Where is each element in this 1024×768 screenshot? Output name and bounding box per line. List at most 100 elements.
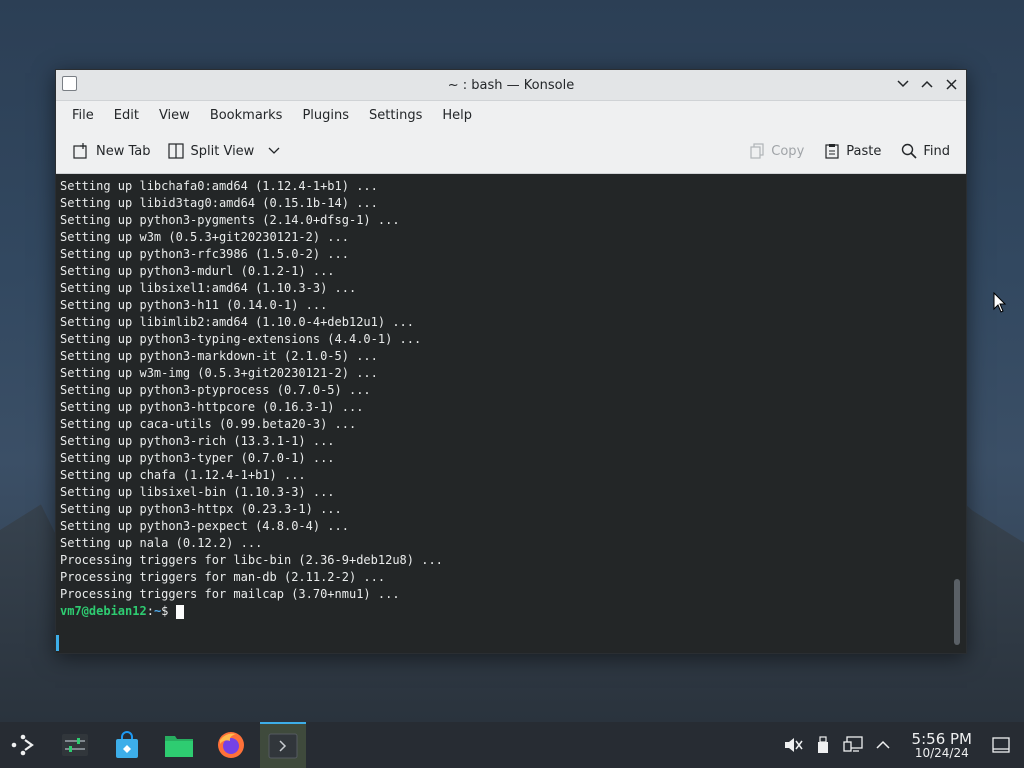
app-launcher-button[interactable] bbox=[0, 722, 46, 768]
terminal-line: Setting up python3-mdurl (0.1.2-1) ... bbox=[60, 264, 335, 278]
titlebar[interactable]: ~ : bash — Konsole bbox=[56, 70, 966, 101]
show-desktop-icon bbox=[992, 737, 1010, 753]
terminal-line: Setting up python3-typing-extensions (4.… bbox=[60, 332, 422, 346]
terminal-line: Setting up python3-typer (0.7.0-1) ... bbox=[60, 451, 335, 465]
close-icon bbox=[945, 78, 957, 90]
network-wired-icon bbox=[842, 736, 863, 752]
terminal-line: Setting up libimlib2:amd64 (1.10.0-4+deb… bbox=[60, 315, 415, 329]
removable-devices-button[interactable] bbox=[810, 732, 836, 758]
tray-expander-button[interactable] bbox=[870, 732, 896, 758]
terminal-line: Setting up python3-rfc3986 (1.5.0-2) ... bbox=[60, 247, 349, 261]
terminal-line: Setting up chafa (1.12.4-1+b1) ... bbox=[60, 468, 306, 482]
network-button[interactable] bbox=[840, 732, 866, 758]
scrollbar-thumb[interactable] bbox=[954, 579, 960, 645]
maximize-button[interactable] bbox=[918, 75, 936, 93]
terminal-prompt-line: vm7@debian12:~$ bbox=[60, 603, 966, 620]
firefox-button[interactable] bbox=[208, 722, 254, 768]
split-view-label: Split View bbox=[190, 143, 255, 159]
terminal-line: Setting up libchafa0:amd64 (1.12.4-1+b1)… bbox=[60, 179, 378, 193]
system-settings-button[interactable] bbox=[52, 722, 98, 768]
window-menu-icon[interactable] bbox=[62, 76, 77, 91]
show-desktop-button[interactable] bbox=[988, 732, 1014, 758]
terminal-line: Processing triggers for man-db (2.11.2-2… bbox=[60, 570, 386, 584]
konsole-window: ~ : bash — Konsole File Edit View Bookma… bbox=[55, 69, 967, 654]
new-tab-icon bbox=[73, 143, 87, 159]
menu-edit[interactable]: Edit bbox=[104, 104, 149, 127]
app-launcher-icon bbox=[11, 734, 34, 756]
menu-settings[interactable]: Settings bbox=[359, 104, 432, 127]
terminal-scrollbar[interactable] bbox=[948, 174, 966, 653]
chevron-down-icon[interactable] bbox=[268, 147, 280, 155]
terminal-line: Setting up libid3tag0:amd64 (0.15.1b-14)… bbox=[60, 196, 378, 210]
terminal-line: Setting up python3-rich (13.3.1-1) ... bbox=[60, 434, 335, 448]
copy-button[interactable]: Copy bbox=[741, 139, 812, 163]
window-controls bbox=[894, 75, 960, 93]
terminal-line: Setting up python3-httpcore (0.16.3-1) .… bbox=[60, 400, 364, 414]
copy-label: Copy bbox=[771, 143, 805, 159]
terminal-line: Setting up python3-markdown-it (2.1.0-5)… bbox=[60, 349, 378, 363]
prompt-user: vm7@debian12 bbox=[60, 604, 147, 618]
terminal-line: Setting up python3-pexpect (4.8.0-4) ... bbox=[60, 519, 349, 533]
terminal-marker bbox=[56, 635, 59, 651]
find-label: Find bbox=[923, 143, 950, 159]
menu-bookmarks[interactable]: Bookmarks bbox=[200, 104, 293, 127]
volume-button[interactable] bbox=[780, 732, 806, 758]
terminal-line: Setting up python3-h11 (0.14.0-1) ... bbox=[60, 298, 328, 312]
taskbar: 5:56 PM 10/24/24 bbox=[0, 722, 1024, 768]
konsole-task-button[interactable] bbox=[260, 722, 306, 768]
settings-sliders-icon bbox=[62, 734, 88, 756]
terminal-icon bbox=[268, 733, 298, 759]
toolbar: New Tab Split View Copy Paste Find bbox=[56, 129, 966, 174]
terminal-line: Processing triggers for mailcap (3.70+nm… bbox=[60, 587, 400, 601]
firefox-icon bbox=[218, 732, 244, 758]
terminal-line: Setting up libsixel-bin (1.10.3-3) ... bbox=[60, 485, 335, 499]
minimize-button[interactable] bbox=[894, 75, 912, 93]
terminal-line: Setting up nala (0.12.2) ... bbox=[60, 536, 263, 550]
new-tab-label: New Tab bbox=[96, 143, 151, 159]
split-view-icon bbox=[167, 143, 184, 159]
discover-store-button[interactable] bbox=[104, 722, 150, 768]
paste-icon bbox=[825, 144, 839, 159]
clock-date: 10/24/24 bbox=[914, 745, 969, 760]
terminal-line: Setting up python3-ptyprocess (0.7.0-5) … bbox=[60, 383, 371, 397]
text-cursor bbox=[175, 604, 184, 619]
terminal-line: Setting up w3m (0.5.3+git20230121-2) ... bbox=[60, 230, 349, 244]
clock-time: 5:56 PM bbox=[911, 729, 972, 748]
prompt-separator: : bbox=[146, 604, 154, 618]
store-bag-icon bbox=[116, 731, 138, 758]
menubar: File Edit View Bookmarks Plugins Setting… bbox=[56, 101, 966, 129]
split-view-button[interactable]: Split View bbox=[159, 138, 289, 164]
menu-plugins[interactable]: Plugins bbox=[292, 104, 359, 127]
usb-drive-icon bbox=[817, 736, 828, 753]
paste-button[interactable]: Paste bbox=[816, 139, 889, 163]
system-tray: 5:56 PM 10/24/24 bbox=[778, 722, 1024, 768]
new-tab-button[interactable]: New Tab bbox=[64, 138, 159, 164]
chevron-up-icon bbox=[876, 740, 890, 749]
menu-file[interactable]: File bbox=[62, 104, 104, 127]
folder-icon bbox=[165, 736, 193, 757]
terminal-line: Setting up python3-pygments (2.14.0+dfsg… bbox=[60, 213, 400, 227]
close-button[interactable] bbox=[942, 75, 960, 93]
terminal-view[interactable]: Setting up libchafa0:amd64 (1.12.4-1+b1)… bbox=[56, 174, 966, 653]
digital-clock[interactable]: 5:56 PM 10/24/24 bbox=[912, 731, 972, 760]
terminal-line: Setting up libsixel1:amd64 (1.10.3-3) ..… bbox=[60, 281, 357, 295]
file-manager-button[interactable] bbox=[156, 722, 202, 768]
menu-help[interactable]: Help bbox=[432, 104, 482, 127]
terminal-line: Setting up python3-httpx (0.23.3-1) ... bbox=[60, 502, 342, 516]
find-button[interactable]: Find bbox=[893, 139, 958, 163]
terminal-line: Setting up w3m-img (0.5.3+git20230121-2)… bbox=[60, 366, 378, 380]
paste-label: Paste bbox=[846, 143, 882, 159]
prompt-symbol: $ bbox=[161, 604, 176, 618]
menu-view[interactable]: View bbox=[149, 104, 200, 127]
terminal-line: Processing triggers for libc-bin (2.36-9… bbox=[60, 553, 443, 567]
mouse-pointer-icon bbox=[993, 292, 1007, 313]
chevron-down-icon bbox=[897, 80, 909, 88]
chevron-up-icon bbox=[921, 80, 933, 88]
search-icon bbox=[902, 143, 917, 159]
toolbar-right-group: Copy Paste Find bbox=[741, 129, 958, 173]
terminal-output: Setting up libchafa0:amd64 (1.12.4-1+b1)… bbox=[56, 174, 966, 620]
volume-muted-icon bbox=[784, 738, 803, 752]
copy-icon bbox=[750, 143, 764, 159]
window-title: ~ : bash — Konsole bbox=[447, 77, 575, 93]
terminal-line: Setting up caca-utils (0.99.beta20-3) ..… bbox=[60, 417, 357, 431]
